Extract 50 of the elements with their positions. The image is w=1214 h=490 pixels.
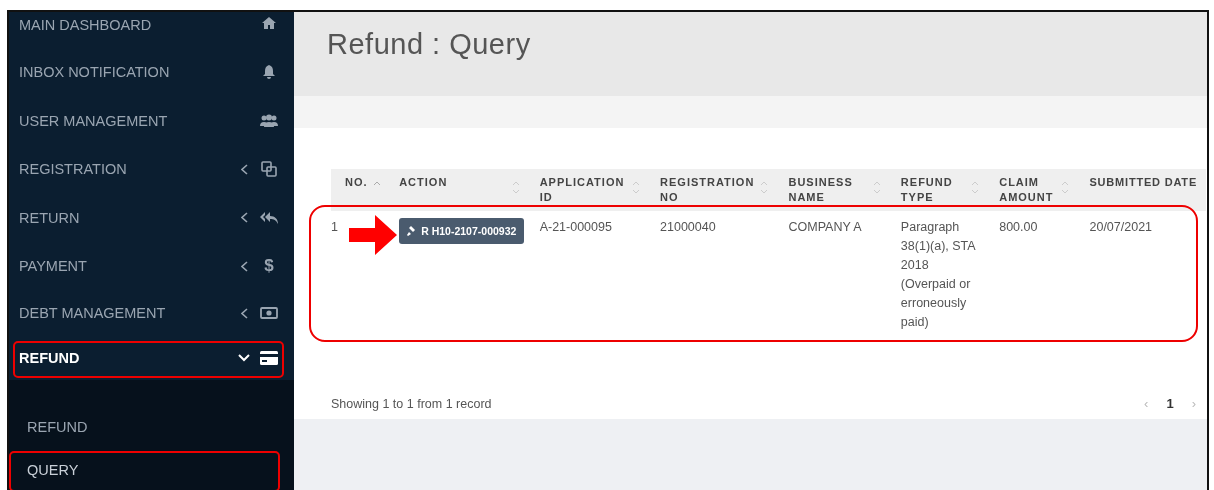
reply-all-icon [260, 210, 278, 225]
sort-ascending-icon[interactable] [373, 181, 381, 186]
column-header[interactable]: REGISTRATION NO [646, 169, 775, 211]
sidebar-item[interactable]: MAIN DASHBOARD [9, 12, 294, 48]
column-header[interactable]: SUBMITTED DATE [1075, 169, 1206, 211]
sidebar-item[interactable]: REFUND [9, 335, 294, 380]
sort-icon[interactable] [760, 181, 769, 194]
column-header[interactable]: REFUND TYPE [886, 169, 986, 211]
chevron-left-icon [240, 212, 248, 224]
column-header[interactable]: ACTION [385, 169, 526, 211]
column-header[interactable]: APPLICATION ID [525, 169, 647, 211]
bell-icon [263, 65, 275, 80]
sort-icon[interactable] [511, 181, 520, 194]
page-title: Refund : Query [327, 28, 531, 61]
submenu-item[interactable]: REFUND [9, 405, 294, 449]
page-link[interactable]: 1 [1157, 396, 1183, 411]
table-cell: 20/07/2021 [1075, 211, 1206, 338]
sidebar-item[interactable]: RETURN [9, 193, 294, 243]
table-cell: 21000040 [646, 211, 775, 338]
banknote-icon [260, 307, 278, 320]
query-button[interactable]: R H10-2107-000932 [399, 218, 525, 244]
sidebar-item[interactable]: PAYMENT $ [9, 242, 294, 291]
sidebar-item[interactable]: REGISTRATION [9, 144, 294, 194]
sidebar-item[interactable]: DEBT MANAGEMENT [9, 290, 294, 336]
copy-icon [261, 161, 277, 178]
sidebar-item[interactable]: INBOX NOTIFICATION [9, 47, 294, 97]
chevron-left-icon [240, 260, 248, 272]
credit-card-icon [260, 350, 278, 365]
column-header[interactable]: CLAIM AMOUNT [985, 169, 1076, 211]
sidebar-item[interactable]: USER MANAGEMENT [9, 96, 294, 145]
chevron-left-icon [240, 163, 248, 175]
chevron-left-icon [240, 307, 248, 319]
home-icon [262, 17, 276, 29]
table-cell: A-21-000095 [525, 211, 647, 338]
sort-icon[interactable] [872, 181, 881, 194]
sort-icon[interactable] [1061, 181, 1070, 194]
sort-icon[interactable] [971, 181, 980, 194]
users-icon [260, 113, 278, 128]
table-cell: COMPANY A [774, 211, 887, 338]
column-header[interactable]: NO. [331, 169, 386, 211]
chevron-down-icon [238, 353, 250, 362]
record-summary: Showing 1 to 1 from 1 record [331, 396, 493, 411]
column-header[interactable]: BUSINESS NAME [774, 169, 887, 211]
sort-icon[interactable] [632, 181, 641, 194]
submenu-item[interactable]: QUERY [9, 448, 294, 490]
dollar-icon: $ [264, 256, 274, 277]
table-cell: 1 [331, 211, 386, 338]
gavel-icon [407, 226, 418, 236]
table-cell: 800.00 [985, 211, 1076, 338]
table-cell: Paragraph 38(1)(a), STA 2018 (Overpaid or erroneously paid) [886, 211, 986, 338]
